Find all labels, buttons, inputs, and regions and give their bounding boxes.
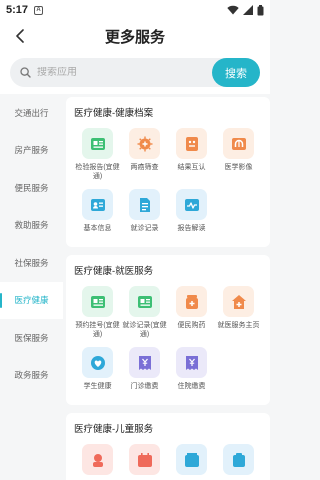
chevron-left-icon [16,29,24,43]
visit-record-green-icon [129,286,160,317]
medical-imaging-icon [223,128,254,159]
service-child-1[interactable] [74,444,121,475]
child-service-2-icon [129,444,160,475]
service-content: 医疗健康-健康档案 检验报告(宜健通) 两癌筛查 结果互认 医学影像 基本信息 … [66,97,270,480]
visit-record-icon [129,189,160,220]
service-grid: 预约挂号(宜健通) 就诊记录(宜健通) 便民购药 就医服务主页 学生健康 门诊缴… [74,286,262,399]
service-hospital-home[interactable]: 就医服务主页 [215,286,262,339]
search-bar: 搜索 [0,52,270,94]
service-label: 就医服务主页 [217,322,260,329]
service-medicine[interactable]: 便民购药 [168,286,215,339]
service-student-health[interactable]: 学生健康 [74,347,121,391]
sidebar-item-relief[interactable]: 救助服务 [0,207,63,245]
service-basic-info[interactable]: 基本信息 [74,189,121,233]
child-service-1-icon [82,444,113,475]
search-button[interactable]: 搜索 [212,58,260,87]
service-label: 检验报告(宜健通) [75,164,120,180]
signal-icon [243,5,253,15]
sidebar-item-medical[interactable]: 医疗健康 [0,281,63,319]
search-box: 搜索 [10,58,260,87]
service-label: 结果互认 [177,164,206,171]
service-cancer-screening[interactable]: 两癌筛查 [121,128,168,181]
service-outpatient-pay[interactable]: 门诊缴费 [121,347,168,391]
outpatient-pay-icon [129,347,160,378]
service-label: 就诊记录 [130,225,159,232]
service-label: 报告解读 [177,225,206,232]
service-child-3[interactable] [168,444,215,475]
service-report-interpret[interactable]: 报告解读 [168,189,215,233]
result-mutual-icon [176,128,207,159]
service-label: 两癌筛查 [130,164,159,171]
sidebar-item-convenience[interactable]: 便民服务 [0,169,63,207]
service-visit-record[interactable]: 就诊记录 [121,189,168,233]
service-grid: 检验报告(宜健通) 两癌筛查 结果互认 医学影像 基本信息 就诊记录 报告解读 [74,128,262,241]
status-time: 5:17 [6,4,29,16]
section-title: 医疗健康-儿童服务 [74,424,154,435]
search-icon [20,67,31,78]
service-grid [74,444,262,480]
sidebar-item-medical-insurance[interactable]: 医保服务 [0,319,63,357]
category-sidebar: 交通出行 房产服务 便民服务 救助服务 社保服务 医疗健康 医保服务 政务服务 [0,94,63,480]
notification-icon: A [34,5,44,15]
basic-info-icon [82,189,113,220]
section-title: 医疗健康-就医服务 [74,266,154,277]
service-visit-record-yjt[interactable]: 就诊记录(宜健通) [121,286,168,339]
hospital-home-icon [223,286,254,317]
battery-icon [257,4,264,15]
service-label: 住院缴费 [177,383,206,390]
lab-report-icon [82,128,113,159]
service-label: 医学影像 [224,164,253,171]
inpatient-pay-icon [176,347,207,378]
search-input[interactable] [37,67,187,78]
service-label: 门诊缴费 [130,383,159,390]
service-label: 预约挂号(宜健通) [75,322,120,338]
service-lab-report[interactable]: 检验报告(宜健通) [74,128,121,181]
appointment-icon [82,286,113,317]
sidebar-item-housing[interactable]: 房产服务 [0,132,63,170]
service-appointment[interactable]: 预约挂号(宜健通) [74,286,121,339]
cancer-screening-icon [129,128,160,159]
sidebar-item-government[interactable]: 政务服务 [0,357,63,395]
student-health-icon [82,347,113,378]
section-health-records: 医疗健康-健康档案 检验报告(宜健通) 两癌筛查 结果互认 医学影像 基本信息 … [66,97,270,247]
service-medical-imaging[interactable]: 医学影像 [215,128,262,181]
sidebar-item-transport[interactable]: 交通出行 [0,94,63,132]
child-service-4-icon [223,444,254,475]
service-label: 便民购药 [177,322,206,329]
page-title: 更多服务 [104,28,165,46]
header: 更多服务 [0,20,270,52]
service-child-4[interactable] [215,444,262,475]
section-title: 医疗健康-健康档案 [74,108,154,119]
service-label: 基本信息 [83,225,112,232]
service-result-mutual[interactable]: 结果互认 [168,128,215,181]
section-medical-services: 医疗健康-就医服务 预约挂号(宜健通) 就诊记录(宜健通) 便民购药 就医服务主… [66,255,270,405]
child-service-3-icon [176,444,207,475]
sidebar-item-social-security[interactable]: 社保服务 [0,244,63,282]
service-child-2[interactable] [121,444,168,475]
report-interpret-icon [176,189,207,220]
back-button[interactable] [10,26,30,46]
status-bar: 5:17 A [0,0,270,20]
wifi-icon [227,5,239,15]
medicine-icon [176,286,207,317]
section-child-services: 医疗健康-儿童服务 [66,413,270,480]
service-label: 学生健康 [83,383,112,390]
status-icons [227,4,264,16]
service-label: 就诊记录(宜健通) [122,322,167,338]
service-inpatient-pay[interactable]: 住院缴费 [168,347,215,391]
